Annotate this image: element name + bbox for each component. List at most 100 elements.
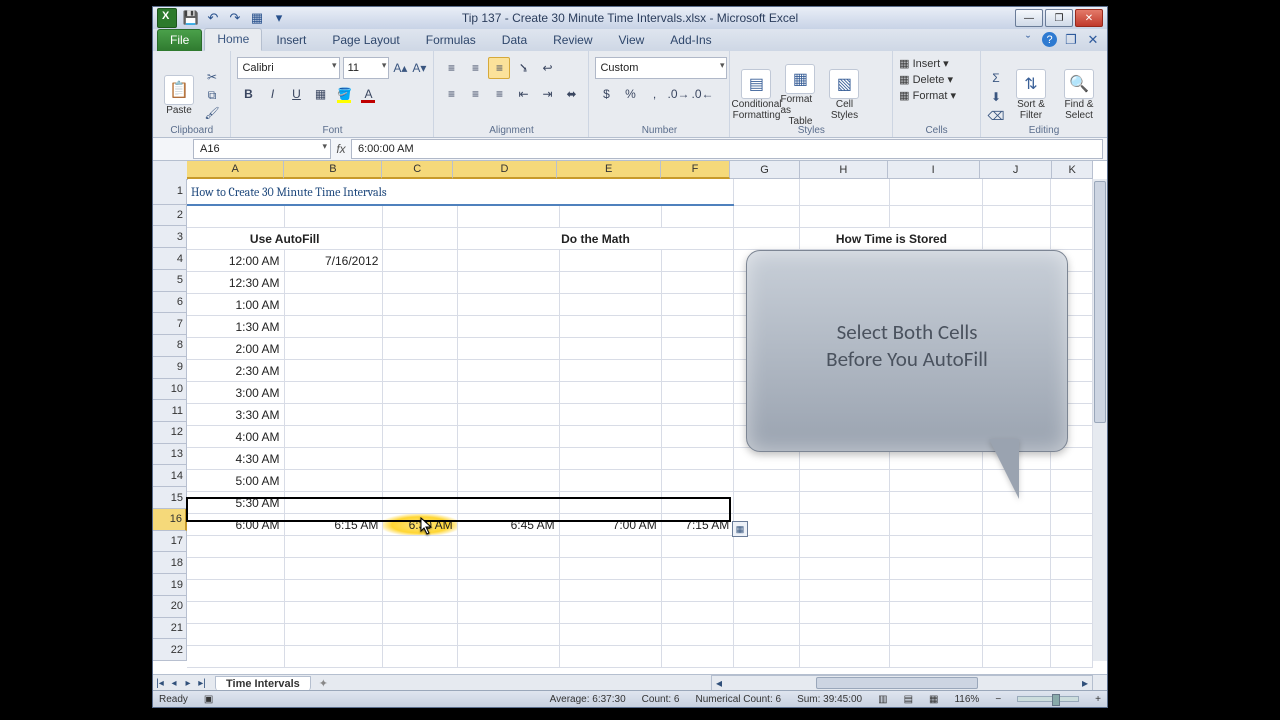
- row-header-1[interactable]: 1: [153, 179, 187, 205]
- font-color-button[interactable]: A: [357, 83, 379, 105]
- zoom-slider[interactable]: [1017, 696, 1079, 702]
- row-header-18[interactable]: 18: [153, 552, 187, 574]
- doc-restore-icon[interactable]: ❐: [1063, 32, 1079, 48]
- help-icon[interactable]: ?: [1042, 32, 1057, 47]
- col-header-F[interactable]: F: [661, 161, 729, 179]
- hscroll-thumb[interactable]: [816, 677, 978, 689]
- fill-color-button[interactable]: 🪣: [333, 83, 355, 105]
- comma-button[interactable]: ,: [643, 83, 665, 105]
- row-header-21[interactable]: 21: [153, 618, 187, 640]
- tab-file[interactable]: File: [157, 29, 202, 51]
- select-all-corner[interactable]: [153, 161, 188, 180]
- font-name-combo[interactable]: Calibri: [237, 57, 339, 79]
- maximize-button[interactable]: ❐: [1045, 9, 1073, 27]
- align-bottom-button[interactable]: ≡: [488, 57, 510, 79]
- row-header-13[interactable]: 13: [153, 444, 187, 466]
- view-break-icon[interactable]: ▦: [929, 694, 938, 705]
- name-box[interactable]: A16: [193, 139, 331, 159]
- tab-addins[interactable]: Add-Ins: [658, 30, 723, 51]
- delete-cells-button[interactable]: ▦ Delete ▾: [899, 73, 974, 86]
- row-header-19[interactable]: 19: [153, 574, 187, 596]
- row-header-12[interactable]: 12: [153, 422, 187, 444]
- tab-review[interactable]: Review: [541, 30, 604, 51]
- decrease-indent-button[interactable]: ⇤: [512, 83, 534, 105]
- insert-cells-button[interactable]: ▦ Insert ▾: [899, 57, 974, 70]
- row-header-4[interactable]: 4: [153, 248, 187, 270]
- autosum-icon[interactable]: Σ: [987, 70, 1005, 86]
- close-button[interactable]: ✕: [1075, 9, 1103, 27]
- clear-icon[interactable]: ⌫: [987, 108, 1005, 124]
- column-headers[interactable]: ABCDEFGHIJK: [187, 161, 1093, 179]
- col-header-I[interactable]: I: [888, 161, 980, 179]
- wrap-text-button[interactable]: ↩: [536, 57, 558, 79]
- minimize-button[interactable]: —: [1015, 9, 1043, 27]
- borders-button[interactable]: ▦: [309, 83, 331, 105]
- format-painter-icon[interactable]: 🖌: [203, 105, 221, 121]
- col-header-D[interactable]: D: [453, 161, 557, 179]
- zoom-out-button[interactable]: −: [995, 694, 1001, 705]
- font-size-combo[interactable]: 11: [343, 57, 390, 79]
- row-header-16[interactable]: 16: [153, 509, 187, 531]
- align-top-button[interactable]: ≡: [440, 57, 462, 79]
- format-cells-button[interactable]: ▦ Format ▾: [899, 89, 974, 102]
- row-header-22[interactable]: 22: [153, 639, 187, 661]
- vertical-scrollbar[interactable]: [1092, 179, 1107, 661]
- copy-icon[interactable]: ⧉: [203, 87, 221, 103]
- row-header-9[interactable]: 9: [153, 357, 187, 379]
- fx-icon[interactable]: fx: [331, 142, 351, 156]
- fill-icon[interactable]: ⬇: [987, 89, 1005, 105]
- row-header-14[interactable]: 14: [153, 465, 187, 487]
- col-header-J[interactable]: J: [980, 161, 1052, 179]
- autofill-options-icon[interactable]: ▦: [732, 521, 748, 537]
- row-header-2[interactable]: 2: [153, 205, 187, 227]
- row-header-20[interactable]: 20: [153, 596, 187, 618]
- row-header-15[interactable]: 15: [153, 487, 187, 509]
- align-middle-button[interactable]: ≡: [464, 57, 486, 79]
- formula-input[interactable]: 6:00:00 AM: [351, 139, 1103, 159]
- tab-insert[interactable]: Insert: [264, 30, 318, 51]
- horizontal-scrollbar[interactable]: ◂ ▸: [711, 675, 1093, 691]
- row-header-17[interactable]: 17: [153, 531, 187, 553]
- col-header-B[interactable]: B: [284, 161, 382, 179]
- zoom-in-button[interactable]: +: [1095, 694, 1101, 705]
- row-header-10[interactable]: 10: [153, 379, 187, 401]
- align-center-button[interactable]: ≡: [464, 83, 486, 105]
- align-right-button[interactable]: ≡: [488, 83, 510, 105]
- tab-home[interactable]: Home: [204, 28, 262, 51]
- new-sheet-icon[interactable]: ✦: [319, 677, 328, 690]
- percent-button[interactable]: %: [619, 83, 641, 105]
- number-format-combo[interactable]: Custom: [595, 57, 727, 79]
- merge-center-button[interactable]: ⬌: [560, 83, 582, 105]
- row-header-7[interactable]: 7: [153, 313, 187, 335]
- col-header-C[interactable]: C: [382, 161, 452, 179]
- tab-page-layout[interactable]: Page Layout: [320, 30, 411, 51]
- tab-formulas[interactable]: Formulas: [414, 30, 488, 51]
- shrink-font-icon[interactable]: A▾: [411, 60, 427, 76]
- increase-indent-button[interactable]: ⇥: [536, 83, 558, 105]
- cells-area[interactable]: How to Create 30 Minute Time IntervalsUs…: [187, 179, 1093, 661]
- sheet-tab-active[interactable]: Time Intervals: [215, 676, 311, 691]
- italic-button[interactable]: I: [261, 83, 283, 105]
- col-header-G[interactable]: G: [730, 161, 800, 179]
- accounting-button[interactable]: $: [595, 83, 617, 105]
- row-header-5[interactable]: 5: [153, 270, 187, 292]
- col-header-K[interactable]: K: [1052, 161, 1093, 179]
- row-headers[interactable]: 12345678910111213141516171819202122: [153, 179, 187, 661]
- minimize-ribbon-icon[interactable]: ˇ: [1020, 32, 1036, 48]
- orientation-button[interactable]: ⭸: [512, 57, 534, 79]
- col-header-A[interactable]: A: [187, 161, 284, 179]
- row-header-11[interactable]: 11: [153, 400, 187, 422]
- tab-view[interactable]: View: [607, 30, 657, 51]
- col-header-H[interactable]: H: [800, 161, 887, 179]
- row-header-6[interactable]: 6: [153, 292, 187, 314]
- view-normal-icon[interactable]: ▥: [878, 694, 887, 705]
- macro-record-icon[interactable]: ▣: [204, 694, 213, 705]
- view-layout-icon[interactable]: ▤: [904, 694, 913, 705]
- col-header-E[interactable]: E: [557, 161, 661, 179]
- align-left-button[interactable]: ≡: [440, 83, 462, 105]
- sheet-nav[interactable]: |◂◂▸▸|: [153, 677, 209, 689]
- worksheet-grid[interactable]: ABCDEFGHIJK 1234567891011121314151617181…: [153, 161, 1107, 675]
- row-header-8[interactable]: 8: [153, 335, 187, 357]
- tab-data[interactable]: Data: [490, 30, 539, 51]
- underline-button[interactable]: U: [285, 83, 307, 105]
